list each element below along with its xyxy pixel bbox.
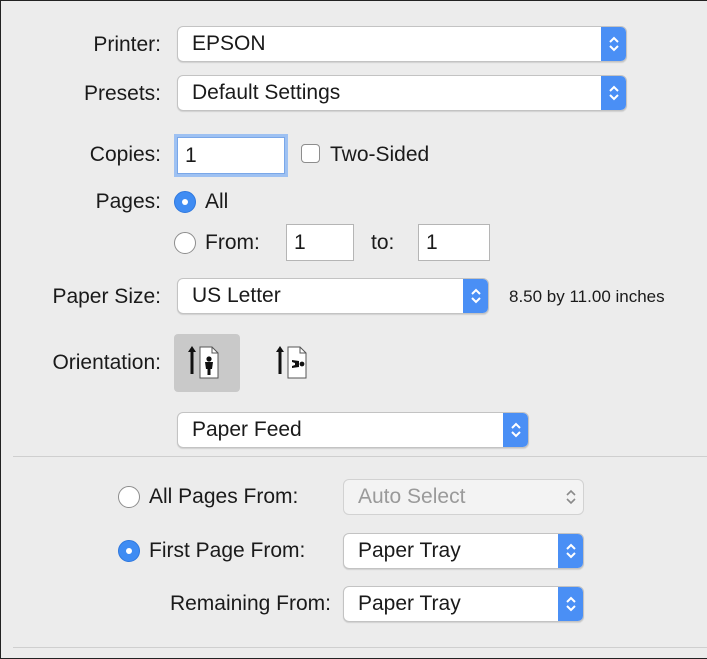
paper-size-label: Paper Size: (52, 285, 161, 308)
pages-to-label: to: (371, 231, 395, 254)
remaining-from-label: Remaining From: (169, 592, 331, 615)
pages-from-label: From: (205, 231, 260, 254)
all-pages-from-value: Auto Select (358, 485, 466, 508)
two-sided-label: Two-Sided (330, 143, 430, 166)
landscape-icon (276, 346, 307, 379)
orientation-label: Orientation: (52, 351, 161, 374)
pages-from-input[interactable]: 1 (286, 224, 354, 261)
pages-label: Pages: (95, 190, 161, 213)
section-stepper-icon (503, 413, 528, 447)
remaining-from-value: Paper Tray (358, 592, 461, 615)
copies-input[interactable]: 1 (177, 137, 285, 174)
two-sided-checkbox[interactable] (301, 144, 320, 163)
copies-label: Copies: (89, 143, 161, 166)
all-pages-from-label: All Pages From: (149, 485, 299, 508)
printer-stepper-icon (601, 27, 626, 61)
first-page-from-radio[interactable] (118, 540, 140, 562)
remaining-from-stepper-icon (558, 587, 583, 621)
pages-all-radio[interactable] (174, 191, 196, 213)
orientation-portrait-button[interactable] (174, 334, 240, 392)
pages-from-radio[interactable] (174, 232, 196, 254)
all-pages-from-stepper-icon (558, 480, 583, 514)
paper-size-popup[interactable]: US Letter (177, 278, 489, 314)
first-page-from-popup[interactable]: Paper Tray (343, 533, 584, 569)
presets-stepper-icon (601, 76, 626, 110)
printer-value: EPSON (192, 32, 266, 55)
portrait-icon (188, 346, 219, 379)
paper-size-value: US Letter (192, 284, 281, 307)
bottom-divider (13, 647, 707, 648)
presets-value: Default Settings (192, 81, 341, 104)
pages-to-input[interactable]: 1 (418, 224, 490, 261)
print-dialog: Printer: EPSON Presets: Default Settings… (0, 0, 707, 659)
presets-popup[interactable]: Default Settings (177, 75, 627, 111)
paper-size-dimensions: 8.50 by 11.00 inches (509, 287, 665, 306)
printer-label: Printer: (93, 33, 161, 56)
all-pages-from-popup[interactable]: Auto Select (343, 479, 584, 515)
pages-all-label: All (205, 190, 229, 213)
section-popup[interactable]: Paper Feed (177, 412, 529, 448)
printer-popup[interactable]: EPSON (177, 26, 627, 62)
all-pages-from-radio[interactable] (118, 486, 140, 508)
orientation-landscape-button[interactable] (262, 334, 328, 392)
presets-label: Presets: (83, 82, 161, 105)
remaining-from-popup[interactable]: Paper Tray (343, 586, 584, 622)
section-popup-value: Paper Feed (192, 418, 302, 441)
first-page-from-label: First Page From: (149, 539, 306, 562)
first-page-from-value: Paper Tray (358, 539, 461, 562)
section-divider (13, 456, 707, 457)
first-page-from-stepper-icon (558, 534, 583, 568)
paper-size-stepper-icon (463, 279, 488, 313)
